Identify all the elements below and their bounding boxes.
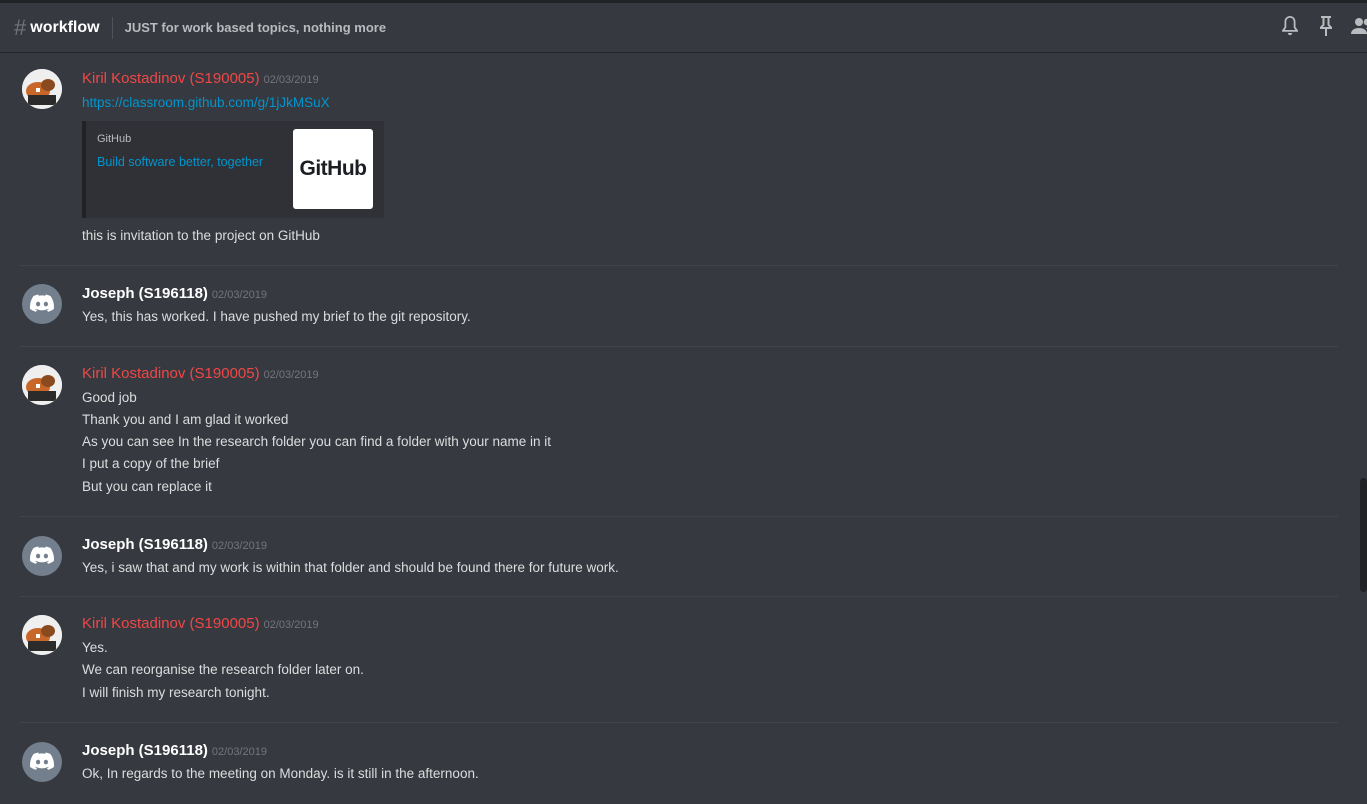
embed-thumbnail[interactable]: GitHub	[293, 129, 373, 209]
bell-icon[interactable]	[1279, 15, 1301, 37]
author-name[interactable]: Joseph (S196118)	[82, 536, 208, 553]
channel-topic[interactable]: JUST for work based topics, nothing more	[125, 20, 386, 35]
message-header: Joseph (S196118) 02/03/2019	[82, 285, 267, 303]
author-name[interactable]: Joseph (S196118)	[82, 285, 208, 302]
discord-logo-icon	[30, 752, 55, 770]
channel-name: workflow	[30, 18, 100, 36]
invite-link[interactable]: https://classroom.github.com/g/1jJkMSuX	[82, 95, 330, 110]
member-list-icon[interactable]	[1351, 15, 1367, 37]
scrollbar-thumb[interactable]	[1360, 478, 1367, 592]
author-name[interactable]: Kiril Kostadinov (S190005)	[82, 365, 260, 382]
message-text: Thank you and I am glad it worked	[82, 412, 289, 427]
message-text: I will finish my research tonight.	[82, 685, 270, 700]
message-text: this is invitation to the project on Git…	[82, 228, 320, 243]
discord-logo-icon	[30, 294, 55, 312]
author-name[interactable]: Joseph (S196118)	[82, 742, 208, 759]
timestamp: 02/03/2019	[263, 74, 319, 86]
message-header: Kiril Kostadinov (S190005) 02/03/2019	[82, 70, 319, 88]
author-name[interactable]: Kiril Kostadinov (S190005)	[82, 615, 260, 632]
message-divider	[20, 265, 1338, 266]
message-text: Good job	[82, 390, 137, 405]
avatar[interactable]	[22, 284, 62, 324]
author-name[interactable]: Kiril Kostadinov (S190005)	[82, 70, 260, 87]
link-embed: GitHub Build software better, together G…	[82, 121, 384, 218]
discord-logo-icon	[30, 546, 55, 564]
message-text: Yes, i saw that and my work is within th…	[82, 560, 619, 575]
embed-title[interactable]: Build software better, together	[97, 155, 263, 169]
message-text: But you can replace it	[82, 479, 212, 494]
header-toolbar	[1279, 15, 1367, 37]
message-header: Kiril Kostadinov (S190005) 02/03/2019	[82, 365, 319, 383]
message-text: We can reorganise the research folder la…	[82, 662, 364, 677]
message-header: Joseph (S196118) 02/03/2019	[82, 742, 267, 760]
channel-header: # workflow JUST for work based topics, n…	[0, 0, 1367, 52]
timestamp: 02/03/2019	[263, 619, 319, 631]
message-divider	[20, 722, 1338, 723]
avatar[interactable]	[22, 615, 62, 655]
message-link[interactable]: https://classroom.github.com/g/1jJkMSuX	[82, 92, 330, 114]
message-header: Kiril Kostadinov (S190005) 02/03/2019	[82, 615, 319, 633]
message-divider	[20, 516, 1338, 517]
avatar[interactable]	[22, 69, 62, 109]
avatar[interactable]	[22, 365, 62, 405]
message-text: As you can see In the research folder yo…	[82, 434, 552, 449]
message-text: I put a copy of the brief	[82, 456, 220, 471]
message-list: Kiril Kostadinov (S190005) 02/03/2019 htt…	[0, 52, 1357, 804]
timestamp: 02/03/2019	[211, 289, 267, 301]
timestamp: 02/03/2019	[211, 746, 267, 758]
message-text: Yes.	[82, 640, 108, 655]
message-divider	[20, 346, 1338, 347]
message-header: Joseph (S196118) 02/03/2019	[82, 536, 267, 554]
message-text: Ok, In regards to the meeting on Monday.…	[82, 766, 479, 781]
avatar[interactable]	[22, 536, 62, 576]
avatar[interactable]	[22, 742, 62, 782]
message-text: Yes, this has worked. I have pushed my b…	[82, 309, 471, 324]
github-logo-text: GitHub	[299, 157, 367, 180]
message-divider	[20, 596, 1338, 597]
hash-icon: #	[14, 14, 27, 40]
timestamp: 02/03/2019	[263, 369, 319, 381]
timestamp: 02/03/2019	[211, 540, 267, 552]
embed-provider[interactable]: GitHub	[97, 133, 131, 145]
pin-icon[interactable]	[1315, 15, 1337, 37]
header-divider	[111, 16, 113, 39]
